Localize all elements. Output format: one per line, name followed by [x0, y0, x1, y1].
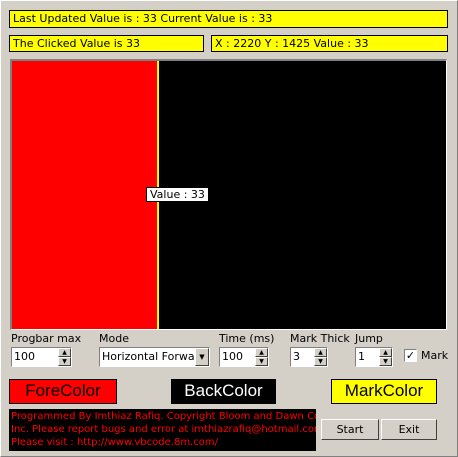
- credits-line: Programmed By Imthiaz Rafiq. Copyright B…: [11, 411, 316, 422]
- mode-value: Horizontal Forward: [102, 350, 206, 363]
- progbar-max-label: Progbar max: [11, 332, 82, 345]
- spin-down-icon[interactable]: ▼: [379, 357, 392, 366]
- mode-select[interactable]: Horizontal Forward ▼: [99, 347, 210, 367]
- spin-down-icon[interactable]: ▼: [58, 357, 71, 366]
- progress-bar-canvas[interactable]: Value : 33: [10, 59, 447, 330]
- mark-thick-stepper[interactable]: 3 ▲ ▼: [290, 347, 328, 367]
- mode-label: Mode: [99, 332, 129, 345]
- clicked-value-label: The Clicked Value is 33: [9, 35, 204, 52]
- credits-line: Inc. Please report bugs and error at imt…: [11, 424, 316, 435]
- mark-checkbox[interactable]: ✓: [404, 349, 417, 362]
- start-button[interactable]: Start: [321, 419, 379, 440]
- fore-color-button[interactable]: ForeColor: [9, 379, 117, 404]
- credits-line: Please visit : http://www.vbcode.8m.com/: [11, 437, 218, 448]
- spin-up-icon[interactable]: ▲: [379, 348, 392, 357]
- exit-button[interactable]: Exit: [381, 419, 437, 440]
- coords-value-label: X : 2220 Y : 1425 Value : 33: [211, 35, 448, 52]
- mark-thick-label: Mark Thick: [290, 332, 350, 345]
- jump-label: Jump: [355, 332, 383, 345]
- mark-color-button[interactable]: MarkColor: [331, 379, 437, 404]
- spin-down-icon[interactable]: ▼: [255, 357, 268, 366]
- jump-stepper[interactable]: 1 ▲ ▼: [355, 347, 393, 367]
- spin-up-icon[interactable]: ▲: [58, 348, 71, 357]
- jump-value: 1: [358, 350, 365, 363]
- spin-up-icon[interactable]: ▲: [255, 348, 268, 357]
- spin-up-icon[interactable]: ▲: [314, 348, 327, 357]
- checkmark-icon: ✓: [405, 349, 416, 362]
- time-stepper[interactable]: 100 ▲ ▼: [219, 347, 269, 367]
- back-color-button[interactable]: BackColor: [171, 379, 276, 404]
- last-updated-label: Last Updated Value is : 33 Current Value…: [9, 10, 448, 28]
- spin-down-icon[interactable]: ▼: [314, 357, 327, 366]
- time-value: 100: [222, 350, 243, 363]
- chevron-down-icon[interactable]: ▼: [195, 348, 209, 366]
- progress-fill: [12, 61, 157, 329]
- time-label: Time (ms): [219, 332, 275, 345]
- mark-thick-value: 3: [293, 350, 300, 363]
- mark-checkbox-label: Mark: [421, 349, 449, 362]
- credits-box: Programmed By Imthiaz Rafiq. Copyright B…: [9, 409, 316, 451]
- value-tooltip: Value : 33: [146, 187, 209, 202]
- progbar-max-stepper[interactable]: 100 ▲ ▼: [11, 347, 72, 367]
- progbar-max-value: 100: [14, 350, 35, 363]
